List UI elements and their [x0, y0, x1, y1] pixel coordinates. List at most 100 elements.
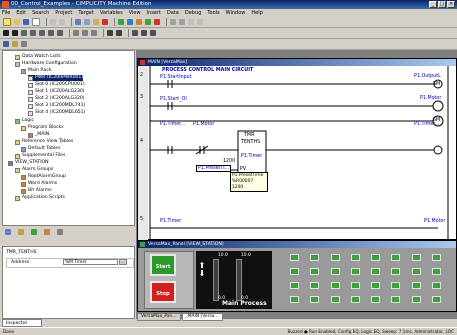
zoom-icon[interactable]	[188, 19, 194, 25]
tree-item-label: _MAIN	[35, 132, 50, 137]
start-button[interactable]: Start	[150, 254, 176, 276]
led-grid	[290, 254, 450, 308]
negated-coil-icon[interactable]	[30, 30, 36, 36]
doc-tab-panel[interactable]: VersaMax_Pan...	[137, 313, 181, 321]
open-folder-icon[interactable]	[14, 19, 20, 25]
menu-debug[interactable]: Debug	[185, 10, 201, 16]
browse-button[interactable]: …	[119, 259, 127, 265]
address-label: Address	[11, 260, 30, 265]
coil-icon[interactable]	[21, 30, 27, 36]
find-replace-icon[interactable]	[107, 30, 113, 36]
tree-item[interactable]: Alarm Groups	[15, 167, 53, 173]
menu-data[interactable]: Data	[167, 10, 179, 16]
tree-item-selected[interactable]: PWR (IC200PWR001)	[28, 75, 84, 81]
reset-coil-icon[interactable]	[48, 30, 54, 36]
tree-item-label: Program Blocks	[28, 125, 64, 130]
pos-transition-icon[interactable]	[57, 30, 63, 36]
menu-variables[interactable]: Variables	[100, 10, 123, 16]
tree-item[interactable]: Main Rack	[21, 68, 52, 74]
back-icon[interactable]	[170, 19, 176, 25]
comment-icon[interactable]	[150, 30, 156, 36]
tooltip-line: 1200	[232, 185, 244, 190]
tree-item[interactable]: Word Alarms	[21, 181, 57, 187]
tree-item[interactable]: Data Watch Lists	[15, 54, 61, 60]
vline-icon[interactable]	[82, 30, 88, 36]
menu-file[interactable]: File	[2, 10, 10, 16]
folder-icon	[21, 125, 26, 131]
block-icon[interactable]	[91, 30, 97, 36]
tree-item[interactable]: Slot 1 (IC200ALG230)	[28, 89, 85, 95]
download-icon[interactable]	[127, 19, 133, 25]
online-icon[interactable]	[145, 19, 151, 25]
tree-item[interactable]: VIEW_STATION	[8, 160, 49, 166]
menu-edit[interactable]: Edit	[16, 10, 26, 16]
address-field[interactable]: %M Timer	[63, 259, 118, 265]
menu-window[interactable]: Window	[226, 10, 246, 16]
status-led	[371, 296, 380, 303]
contact-nc-icon[interactable]	[12, 30, 18, 36]
tree-item[interactable]: Slot 3 (IC200MDL741)	[28, 103, 85, 109]
menu-view[interactable]: View	[129, 10, 141, 16]
menu-target[interactable]: Target	[78, 10, 93, 16]
insert-rung-icon[interactable]	[132, 30, 138, 36]
tree-item[interactable]: Logic	[15, 118, 34, 124]
folder-icon	[15, 167, 20, 173]
menu-help[interactable]: Help	[251, 10, 262, 16]
toolchest-tab-icon[interactable]	[18, 229, 24, 235]
folder-icon	[15, 195, 20, 201]
tree-item[interactable]: Slot 4 (IC200MDL651)	[28, 110, 85, 116]
tree-item[interactable]: Reference View Tables	[15, 139, 73, 145]
minimize-button[interactable]: _	[429, 1, 437, 8]
menu-project[interactable]: Project	[55, 10, 72, 16]
goto-icon[interactable]	[116, 30, 122, 36]
hline-icon[interactable]	[73, 30, 79, 36]
maximize-button[interactable]: □	[438, 1, 446, 8]
alarm-icon	[21, 181, 26, 187]
tree-item[interactable]: _MAIN	[28, 132, 49, 138]
variables-tab-icon[interactable]	[31, 229, 37, 235]
inspector-tab[interactable]: Inspector	[2, 319, 42, 327]
menu-insert[interactable]: Insert	[147, 10, 161, 16]
tree-item[interactable]: Program Blocks	[21, 125, 64, 131]
find-icon[interactable]	[197, 19, 203, 25]
preset-tag-box[interactable]: P1.PresetTi...	[196, 165, 232, 172]
project-tab-icon[interactable]	[5, 229, 11, 235]
close-button[interactable]: ×	[447, 1, 455, 8]
contact-label: P1.Motor	[193, 122, 215, 127]
build-icon[interactable]	[118, 19, 124, 25]
tree-item[interactable]: Slot 2 (IC200ALG320)	[28, 96, 85, 102]
forward-icon[interactable]	[179, 19, 185, 25]
copy-icon[interactable]	[84, 19, 90, 25]
tree-item[interactable]: RootAlarmGroup	[21, 174, 66, 180]
tree-item[interactable]: Supplemental Files	[15, 153, 65, 159]
menu-search[interactable]: Search	[32, 10, 49, 16]
cut-icon[interactable]	[75, 19, 81, 25]
options-tab-icon[interactable]	[57, 229, 63, 235]
redo-icon[interactable]	[59, 19, 65, 25]
utilities-tab-icon[interactable]	[44, 229, 50, 235]
doc-tab-main[interactable]: _MAIN [Versa...	[181, 313, 223, 321]
tree-item[interactable]: Hardware Configuration	[15, 61, 77, 67]
tree-item[interactable]: Default Tables	[21, 146, 61, 152]
save-icon[interactable]	[23, 19, 29, 25]
print-icon[interactable]	[32, 18, 40, 26]
delete-rung-icon[interactable]	[141, 30, 147, 36]
paste-icon[interactable]	[93, 19, 99, 25]
inspector-icon[interactable]	[21, 41, 27, 47]
set-coil-icon[interactable]	[39, 30, 45, 36]
tree-item[interactable]: Bit Alarms	[21, 188, 52, 194]
delete-icon[interactable]	[102, 19, 108, 25]
navigator-icon[interactable]	[3, 41, 9, 47]
offline-icon[interactable]	[154, 19, 160, 25]
contact-no-icon[interactable]	[3, 30, 9, 36]
undo-icon[interactable]	[50, 19, 56, 25]
stop-button[interactable]: Stop	[150, 281, 176, 303]
tree-item[interactable]: Application Scripts	[15, 195, 65, 201]
menu-tools[interactable]: Tools	[207, 10, 219, 16]
new-project-icon[interactable]	[3, 18, 11, 26]
upload-icon[interactable]	[136, 19, 142, 25]
tree-item[interactable]: Slot 0 (IC200CPU001)	[28, 82, 85, 88]
tree-item-label: Slot 0 (IC200CPU001)	[35, 82, 85, 87]
project-icon[interactable]	[12, 41, 18, 47]
status-led	[411, 254, 421, 261]
